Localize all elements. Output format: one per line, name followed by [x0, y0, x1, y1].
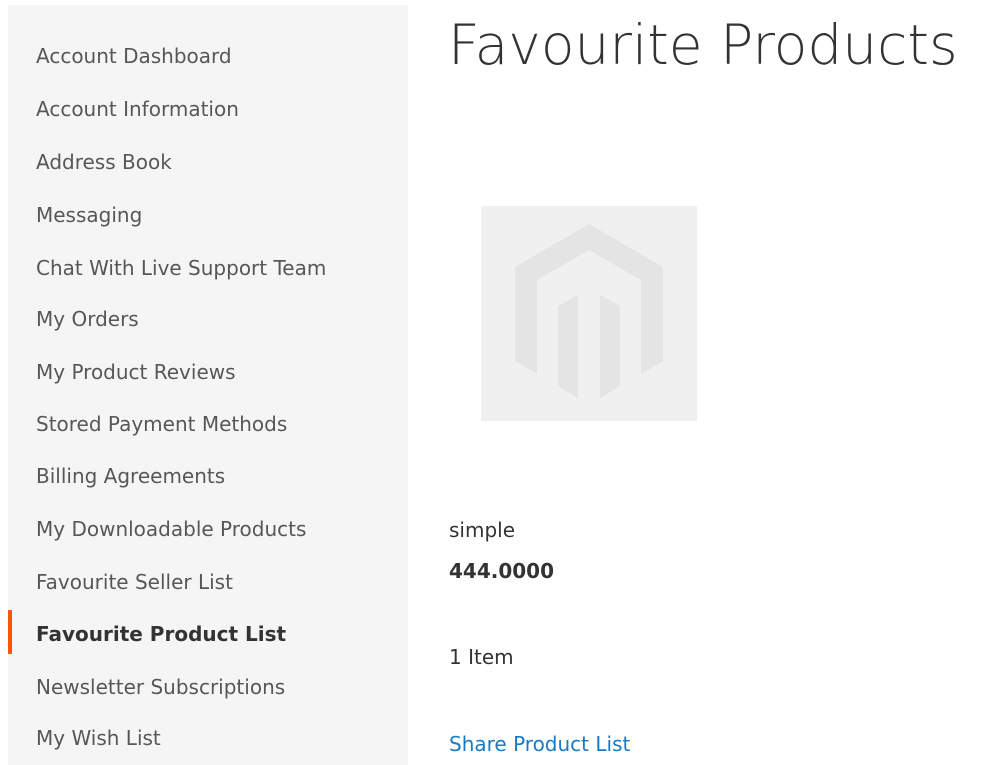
sidebar-item-my-product-reviews[interactable]: My Product Reviews — [36, 358, 236, 386]
sidebar-item-favourite-product-list[interactable]: Favourite Product List — [36, 620, 286, 648]
sidebar-item-favourite-seller-list[interactable]: Favourite Seller List — [36, 568, 233, 596]
sidebar-item-billing-agreements[interactable]: Billing Agreements — [36, 462, 225, 490]
page-title: Favourite Products — [448, 13, 958, 77]
sidebar-item-my-wish-list[interactable]: My Wish List — [36, 724, 161, 752]
share-product-list-link[interactable]: Share Product List — [449, 730, 630, 758]
sidebar-item-stored-payment-methods[interactable]: Stored Payment Methods — [36, 410, 287, 438]
account-sidebar: Account Dashboard Account Information Ad… — [8, 5, 408, 765]
sidebar-item-account-information[interactable]: Account Information — [36, 95, 239, 123]
sidebar-item-newsletter-subscriptions[interactable]: Newsletter Subscriptions — [36, 673, 285, 701]
magento-placeholder-icon — [515, 224, 663, 398]
sidebar-item-my-downloadable-products[interactable]: My Downloadable Products — [36, 515, 306, 543]
product-price: 444.0000 — [449, 559, 555, 583]
current-item-marker — [8, 610, 12, 654]
sidebar-item-my-orders[interactable]: My Orders — [36, 305, 139, 333]
sidebar-item-chat-live-support[interactable]: Chat With Live Support Team — [36, 254, 326, 282]
sidebar-item-messaging[interactable]: Messaging — [36, 201, 142, 229]
product-image[interactable] — [481, 206, 697, 421]
sidebar-item-account-dashboard[interactable]: Account Dashboard — [36, 42, 232, 70]
item-count: 1 Item — [449, 645, 514, 669]
product-name-link[interactable]: simple — [449, 516, 515, 544]
sidebar-item-address-book[interactable]: Address Book — [36, 148, 172, 176]
